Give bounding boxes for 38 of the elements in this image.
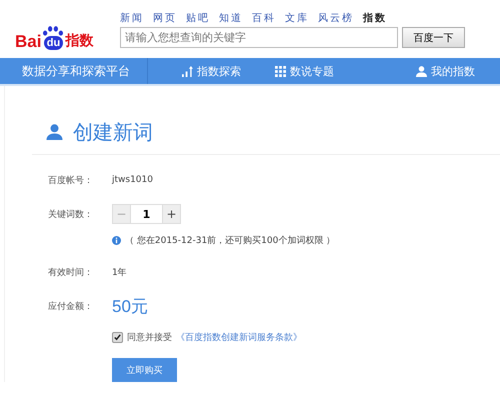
user-icon: [46, 124, 63, 140]
bar-chart-icon: [182, 66, 193, 76]
checkbox[interactable]: [112, 332, 123, 342]
info-icon: [112, 236, 121, 244]
account-name: jtws1010: [112, 175, 153, 185]
field-label: 有效时间：: [48, 266, 94, 278]
terms-link[interactable]: 《百度指数创建新词服务条款》: [176, 330, 302, 344]
period-value: 1年: [112, 266, 127, 278]
tagline: 数据分享和探索平台: [0, 58, 148, 84]
logo-text: 指数: [65, 33, 94, 50]
nav-item[interactable]: 数说专题: [275, 64, 334, 78]
nav-link[interactable]: 知道: [219, 12, 243, 26]
logo-text: Bai: [15, 33, 42, 50]
field-label: 关键词数：: [48, 208, 94, 220]
nav-link[interactable]: 风云榜: [318, 12, 354, 26]
buy-button[interactable]: 立即购买: [112, 358, 177, 382]
notice-text: （ 您在2015-12-31前，还可购买100个加词权限 ）: [125, 234, 336, 246]
search-field[interactable]: 请输入您想查询的关键字: [120, 27, 398, 48]
nav-link[interactable]: 文库: [285, 12, 309, 26]
logo-text: du: [44, 36, 64, 50]
increment-button[interactable]: +: [162, 204, 181, 224]
quantity-field[interactable]: 1: [131, 204, 162, 224]
field-label: 应付金额：: [48, 300, 94, 312]
page-title: 创建新词: [73, 118, 153, 146]
agree-label: 同意并接受: [127, 332, 172, 344]
nav-link[interactable]: 指数: [363, 12, 387, 26]
paw-icon: [42, 26, 64, 36]
nav-link[interactable]: 百科: [252, 12, 276, 26]
amount-value: 50元: [112, 296, 148, 318]
field-label: 百度帐号：: [48, 174, 94, 186]
nav-link[interactable]: 网页: [153, 12, 177, 26]
search-button[interactable]: 百度一下: [402, 27, 465, 48]
nav-link[interactable]: 贴吧: [186, 12, 210, 26]
nav-link[interactable]: 新闻: [120, 12, 144, 26]
nav-item[interactable]: 我的指数: [416, 64, 475, 78]
user-icon: [416, 66, 427, 76]
nav-item[interactable]: 指数探索: [182, 64, 241, 78]
grid-icon: [275, 66, 286, 76]
